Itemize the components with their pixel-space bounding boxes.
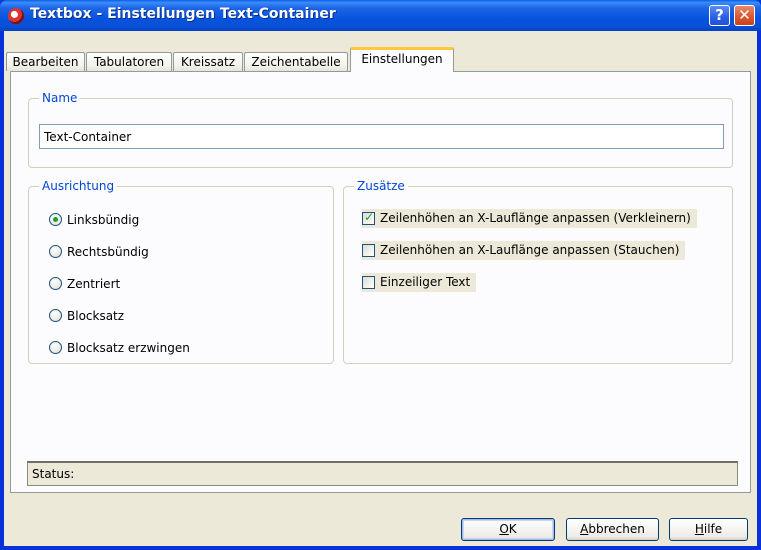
tab-kreissatz[interactable]: Kreissatz bbox=[173, 52, 243, 71]
checkbox[interactable] bbox=[362, 276, 375, 289]
checkbox-row-stauchen[interactable]: Zeilenhöhen an X-Lauflänge anpassen (Sta… bbox=[362, 241, 686, 260]
radio-button[interactable] bbox=[49, 309, 62, 322]
help-mnemonic: H bbox=[694, 522, 704, 536]
radio-button[interactable] bbox=[49, 245, 62, 258]
radio-label: Blocksatz erzwingen bbox=[67, 341, 190, 355]
dialog-window: Textbox - Einstellungen Text-Container ?… bbox=[0, 0, 761, 550]
ok-label-rest: K bbox=[508, 522, 517, 536]
radio-label: Zentriert bbox=[67, 277, 121, 291]
radio-label: Blocksatz bbox=[67, 309, 125, 323]
radio-button[interactable] bbox=[49, 341, 62, 354]
ok-mnemonic: O bbox=[499, 522, 509, 536]
checkbox-row-verkleinern[interactable]: ✓ Zeilenhöhen an X-Lauflänge anpassen (V… bbox=[362, 209, 697, 228]
radio-selected-dot bbox=[53, 217, 58, 222]
radio-label: Linksbündig bbox=[67, 213, 140, 227]
tab-tabulatoren[interactable]: Tabulatoren bbox=[86, 52, 172, 71]
extras-group-legend: Zusätze bbox=[354, 178, 408, 194]
checkbox-label: Zeilenhöhen an X-Lauflänge anpassen (Sta… bbox=[380, 243, 680, 257]
name-input[interactable] bbox=[39, 124, 724, 149]
radio-button[interactable] bbox=[49, 213, 62, 226]
tab-bearbeiten[interactable]: Bearbeiten bbox=[6, 52, 85, 71]
status-label: Status: bbox=[32, 467, 75, 481]
status-bar: Status: bbox=[27, 461, 738, 486]
help-title-button[interactable]: ? bbox=[709, 5, 730, 26]
checkbox-row-einzeilig[interactable]: Einzeiliger Text bbox=[362, 273, 477, 292]
checkbox-label: Einzeiliger Text bbox=[380, 275, 471, 289]
checkbox[interactable] bbox=[362, 244, 375, 257]
close-button[interactable]: ✕ bbox=[734, 5, 755, 26]
cancel-label-rest: bbrechen bbox=[588, 522, 645, 536]
question-icon: ? bbox=[715, 6, 724, 24]
checkbox-label: Zeilenhöhen an X-Lauflänge anpassen (Ver… bbox=[380, 211, 691, 225]
ok-button[interactable]: OK bbox=[461, 518, 555, 541]
name-group: Name bbox=[28, 90, 733, 168]
alignment-group-legend: Ausrichtung bbox=[39, 178, 118, 194]
alignment-group: Ausrichtung Linksbündig Rechtsbündig Zen… bbox=[28, 178, 334, 364]
title-bar[interactable]: Textbox - Einstellungen Text-Container ?… bbox=[0, 0, 761, 31]
checkbox[interactable]: ✓ bbox=[362, 210, 375, 225]
tab-einstellungen[interactable]: Einstellungen bbox=[350, 47, 454, 72]
app-icon bbox=[8, 8, 24, 24]
window-title: Textbox - Einstellungen Text-Container bbox=[30, 6, 336, 22]
extras-group: Zusätze ✓ Zeilenhöhen an X-Lauflänge anp… bbox=[343, 178, 733, 364]
checkmark-icon: ✓ bbox=[364, 210, 375, 224]
cancel-button[interactable]: Abbrechen bbox=[566, 518, 659, 541]
help-label-rest: ilfe bbox=[703, 522, 723, 536]
radio-label: Rechtsbündig bbox=[67, 245, 149, 259]
name-group-legend: Name bbox=[39, 90, 81, 106]
dialog-client-area: Bearbeiten Tabulatoren Kreissatz Zeichen… bbox=[4, 31, 757, 546]
tab-panel-einstellungen: Name Ausrichtung Linksbündig Rechtsbündi… bbox=[10, 71, 751, 493]
help-button[interactable]: Hilfe bbox=[669, 518, 748, 541]
tab-strip: Bearbeiten Tabulatoren Kreissatz Zeichen… bbox=[4, 46, 757, 72]
radio-button[interactable] bbox=[49, 277, 62, 290]
tab-zeichentabelle[interactable]: Zeichentabelle bbox=[244, 52, 348, 71]
close-icon: ✕ bbox=[738, 6, 751, 24]
